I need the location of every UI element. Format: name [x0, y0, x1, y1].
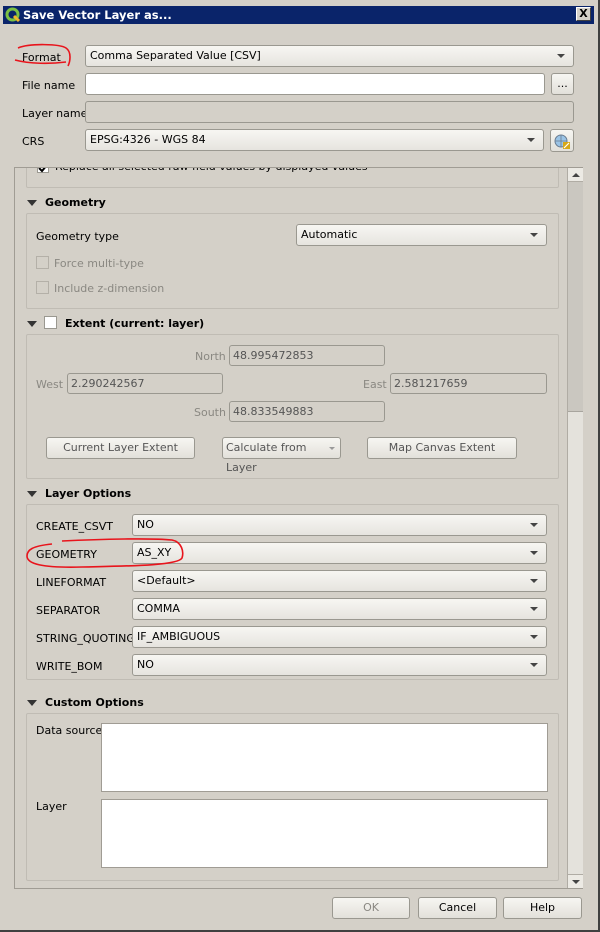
- calculate-from-layer-button[interactable]: Calculate from Layer: [222, 437, 341, 474]
- collapse-extent-icon[interactable]: [27, 321, 37, 327]
- custom-options-section-title[interactable]: Custom Options: [45, 696, 144, 709]
- option-combobox-separator[interactable]: COMMA: [132, 598, 547, 620]
- chevron-down-icon: [530, 551, 538, 555]
- south-field[interactable]: 48.833549883: [229, 401, 385, 422]
- north-label: North: [195, 350, 226, 363]
- current-layer-extent-button[interactable]: Current Layer Extent: [46, 437, 195, 459]
- option-label-string-quoting: STRING_QUOTING: [36, 632, 135, 645]
- west-field[interactable]: 2.290242567: [67, 373, 223, 394]
- geometry-type-combobox[interactable]: Automatic: [296, 224, 547, 246]
- geometry-type-value: Automatic: [301, 228, 358, 241]
- option-value: IF_AMBIGUOUS: [137, 630, 221, 643]
- chevron-down-icon: [530, 663, 538, 667]
- close-icon: X: [579, 7, 588, 20]
- option-combobox-write-bom[interactable]: NO: [132, 654, 547, 676]
- chevron-down-icon: [530, 579, 538, 583]
- format-combobox[interactable]: Comma Separated Value [CSV]: [85, 45, 574, 67]
- scroll-down-arrow-icon[interactable]: [568, 874, 583, 888]
- chevron-down-icon: [557, 54, 565, 58]
- layer-options-section-title[interactable]: Layer Options: [45, 487, 131, 500]
- layer-textarea[interactable]: [101, 799, 548, 868]
- chevron-down-icon: [527, 138, 535, 142]
- chevron-down-icon: [329, 447, 335, 450]
- force-multi-type-checkbox[interactable]: [36, 256, 49, 269]
- option-label-separator: SEPARATOR: [36, 604, 101, 617]
- qgis-logo-icon: [5, 7, 21, 23]
- option-combobox-create-csvt[interactable]: NO: [132, 514, 547, 536]
- option-label-geometry: GEOMETRY: [36, 548, 97, 561]
- include-z-label: Include z-dimension: [54, 282, 165, 295]
- ok-button[interactable]: OK: [332, 897, 410, 919]
- file-name-input[interactable]: [85, 73, 545, 95]
- geometry-section-title[interactable]: Geometry: [45, 196, 106, 209]
- layer-name-label: Layer name: [22, 107, 88, 120]
- map-canvas-extent-button[interactable]: Map Canvas Extent: [367, 437, 517, 459]
- browse-file-button[interactable]: ...: [551, 73, 574, 95]
- crs-select-icon: [554, 134, 570, 149]
- crs-combobox[interactable]: EPSG:4326 - WGS 84: [85, 129, 544, 151]
- window-title: Save Vector Layer as...: [23, 8, 172, 22]
- scrollbar-thumb[interactable]: [568, 182, 583, 412]
- east-label: East: [363, 378, 387, 391]
- collapse-geometry-icon[interactable]: [27, 200, 37, 206]
- option-value: AS_XY: [137, 546, 172, 559]
- format-value: Comma Separated Value [CSV]: [90, 49, 261, 62]
- west-label: West: [36, 378, 64, 391]
- option-label-create-csvt: CREATE_CSVT: [36, 520, 114, 533]
- crs-label: CRS: [22, 135, 45, 148]
- save-vector-layer-dialog: Save Vector Layer as... X Format Comma S…: [0, 0, 600, 932]
- chevron-down-icon: [530, 635, 538, 639]
- replace-values-label: Replace all selected raw field values by…: [55, 168, 368, 173]
- option-value: COMMA: [137, 602, 180, 615]
- layer-name-input[interactable]: [85, 101, 574, 123]
- collapse-layer-options-icon[interactable]: [27, 491, 37, 497]
- scroll-up-arrow-icon[interactable]: [568, 168, 583, 182]
- option-combobox-geometry[interactable]: AS_XY: [132, 542, 547, 564]
- extent-checkbox[interactable]: [44, 316, 57, 329]
- geometry-type-label: Geometry type: [36, 230, 119, 243]
- cancel-button[interactable]: Cancel: [418, 897, 497, 919]
- title-bar[interactable]: Save Vector Layer as... X: [3, 6, 594, 24]
- help-button[interactable]: Help: [503, 897, 582, 919]
- checkmark-icon: [38, 168, 46, 173]
- select-crs-button[interactable]: [550, 129, 574, 152]
- close-button[interactable]: X: [576, 7, 591, 21]
- east-field[interactable]: 2.581217659: [390, 373, 547, 394]
- north-field[interactable]: 48.995472853: [229, 345, 385, 366]
- chevron-down-icon: [530, 233, 538, 237]
- option-label-lineformat: LINEFORMAT: [36, 576, 107, 589]
- option-combobox-string-quoting[interactable]: IF_AMBIGUOUS: [132, 626, 547, 648]
- vertical-scrollbar[interactable]: [567, 168, 583, 888]
- option-value: NO: [137, 518, 154, 531]
- format-label: Format: [22, 51, 61, 64]
- layer-label: Layer: [36, 800, 67, 813]
- data-source-textarea[interactable]: [101, 723, 548, 792]
- option-value: NO: [137, 658, 154, 671]
- option-value: <Default>: [137, 574, 196, 587]
- force-multi-type-label: Force multi-type: [54, 257, 144, 270]
- options-scroll-area[interactable]: Replace all selected raw field values by…: [14, 167, 583, 889]
- collapse-custom-options-icon[interactable]: [27, 700, 37, 706]
- data-source-label: Data source: [36, 724, 103, 737]
- chevron-down-icon: [530, 607, 538, 611]
- chevron-down-icon: [530, 523, 538, 527]
- include-z-checkbox[interactable]: [36, 281, 49, 294]
- option-combobox-lineformat[interactable]: <Default>: [132, 570, 547, 592]
- option-label-write-bom: WRITE_BOM: [36, 660, 103, 673]
- file-name-label: File name: [22, 79, 76, 92]
- south-label: South: [194, 406, 226, 419]
- extent-section-title[interactable]: Extent (current: layer): [65, 317, 204, 330]
- crs-value: EPSG:4326 - WGS 84: [90, 133, 206, 146]
